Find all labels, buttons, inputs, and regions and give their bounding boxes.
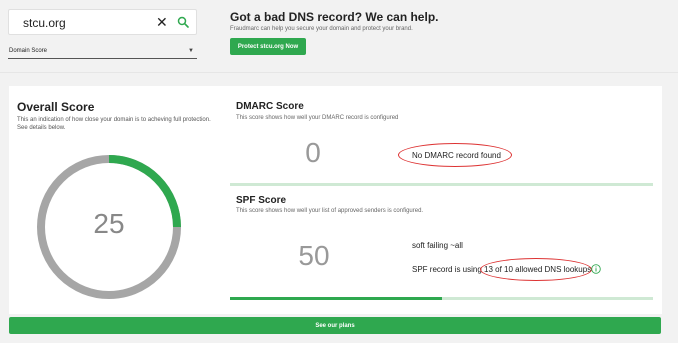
dmarc-score-value: 0 <box>305 137 321 168</box>
spf-score-description: This score shows how well your list of a… <box>236 208 424 214</box>
spf-score-value: 50 <box>298 240 330 271</box>
promo-subtitle: Fraudmarc can help you secure your domai… <box>230 26 413 32</box>
annotation-ellipse <box>398 143 512 167</box>
info-icon[interactable] <box>591 264 601 274</box>
close-icon[interactable]: ✕ <box>156 13 168 31</box>
dmarc-score-title: DMARC Score <box>236 101 304 112</box>
dmarc-score-description: This score shows how well your DMARC rec… <box>236 115 399 121</box>
select-value: Domain Score <box>9 48 48 54</box>
spf-status: soft failing ~all <box>412 241 463 250</box>
caret-down-icon: ▼ <box>188 48 194 54</box>
spf-score-title: SPF Score <box>236 195 287 206</box>
annotation-ellipse <box>480 258 592 281</box>
dmarc-progress-bar <box>230 183 653 186</box>
promo-title: Got a bad DNS record? We can help. <box>230 10 439 24</box>
score-type-select[interactable]: Domain Score ▼ <box>8 45 197 59</box>
overall-score-title: Overall Score <box>17 100 95 114</box>
overall-score-value: 25 <box>93 208 125 239</box>
divider <box>0 72 678 73</box>
spf-progress-fill <box>230 297 442 300</box>
spf-progress-bar <box>230 297 653 300</box>
search-box[interactable]: ✕ <box>8 9 197 35</box>
protect-domain-button[interactable]: Protect stcu.org Now <box>230 38 306 55</box>
see-plans-button[interactable]: See our plans <box>9 317 661 334</box>
search-input[interactable] <box>23 14 143 32</box>
overall-score-description: This an indication of how close your dom… <box>17 117 211 131</box>
search-icon[interactable] <box>177 16 189 28</box>
